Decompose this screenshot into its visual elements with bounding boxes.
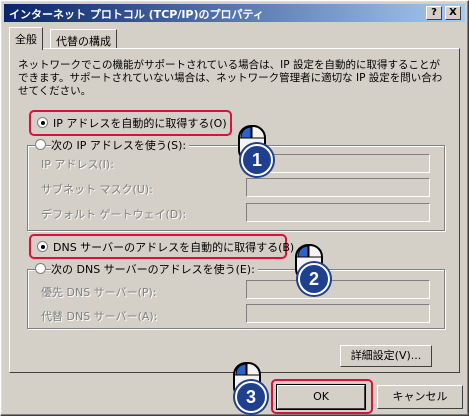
close-button[interactable]: X bbox=[445, 6, 461, 20]
window-title: インターネット プロトコル (TCP/IP)のプロパティ bbox=[9, 8, 264, 21]
default-gateway-label: デフォルト ゲートウェイ(D): bbox=[41, 208, 187, 221]
subnet-mask-field[interactable] bbox=[246, 178, 430, 197]
help-button[interactable]: ? bbox=[426, 6, 442, 20]
tab-general[interactable]: 全般 bbox=[9, 27, 43, 50]
dns-auto-radio[interactable] bbox=[37, 241, 48, 252]
dns-auto-label[interactable]: DNS サーバーのアドレスを自動的に取得する(B) bbox=[53, 239, 294, 255]
ip-address-field[interactable] bbox=[246, 154, 430, 173]
step-badge-3: 3 bbox=[235, 381, 267, 413]
ip-manual-radio[interactable] bbox=[35, 139, 46, 150]
tab-alternate-config[interactable]: 代替の構成 bbox=[50, 29, 117, 49]
ok-button[interactable]: OK bbox=[276, 384, 366, 410]
default-gateway-field[interactable] bbox=[246, 203, 430, 222]
step-badge-2: 2 bbox=[298, 263, 330, 295]
alternate-dns-field[interactable] bbox=[246, 304, 430, 323]
ip-manual-label[interactable]: 次の IP アドレスを使う(S): bbox=[51, 137, 190, 153]
ip-address-label: IP アドレス(I): bbox=[41, 158, 114, 171]
step-badge-1: 1 bbox=[241, 144, 273, 176]
dns-manual-radio[interactable] bbox=[35, 263, 46, 274]
cancel-button[interactable]: キャンセル bbox=[377, 385, 463, 409]
title-bar[interactable]: インターネット プロトコル (TCP/IP)のプロパティ ? X bbox=[4, 4, 465, 22]
ip-auto-label[interactable]: IP アドレスを自動的に取得する(O) bbox=[53, 115, 227, 131]
description-text: ネットワークでこの機能がサポートされている場合は、IP 設定を自動的に取得するこ… bbox=[18, 59, 443, 97]
preferred-dns-label: 優先 DNS サーバー(P): bbox=[41, 286, 157, 299]
dns-manual-label[interactable]: 次の DNS サーバーのアドレスを使う(E): bbox=[51, 261, 258, 277]
ip-auto-radio[interactable] bbox=[37, 117, 48, 128]
subnet-mask-label: サブネット マスク(U): bbox=[41, 183, 153, 196]
advanced-button[interactable]: 詳細設定(V)... bbox=[340, 345, 432, 367]
dialog-window: インターネット プロトコル (TCP/IP)のプロパティ ? X 全般 代替の構… bbox=[0, 0, 469, 416]
preferred-dns-field[interactable] bbox=[246, 280, 430, 299]
alternate-dns-label: 代替 DNS サーバー(A): bbox=[41, 310, 158, 323]
